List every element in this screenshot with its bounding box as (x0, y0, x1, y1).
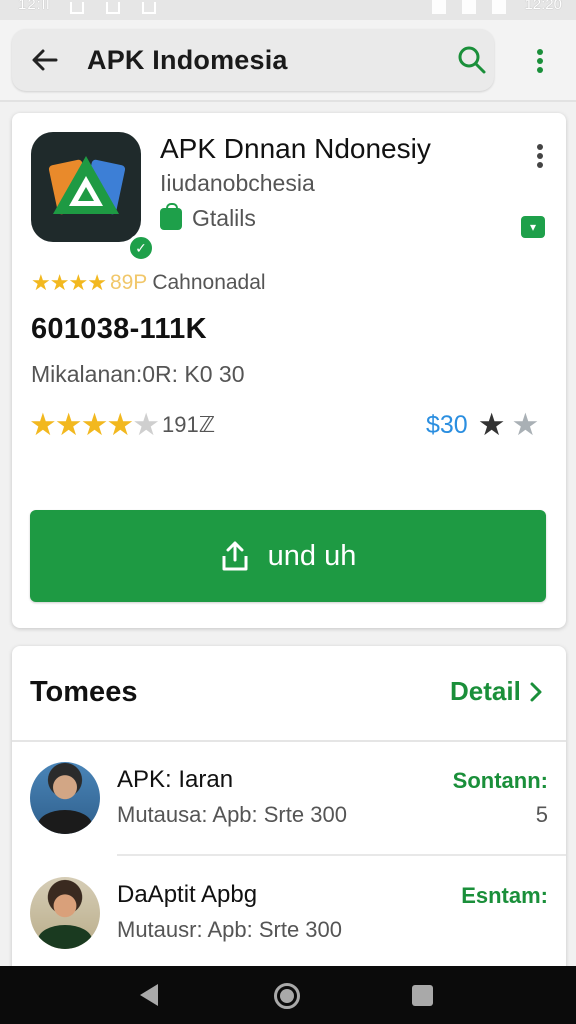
detail-link-label: Detail (450, 676, 521, 706)
rating-count: 191ℤ (161, 412, 216, 437)
search-bar[interactable]: APK Indomesia (12, 29, 494, 91)
avatar (30, 877, 100, 949)
notification-icons (70, 2, 156, 14)
divider (12, 740, 566, 742)
app-detail-card: ✓ APK Dnnan Ndonesiy Iiudanobchesia Gtal… (12, 113, 566, 628)
search-query-text[interactable]: APK Indomesia (87, 45, 288, 76)
chevron-right-icon (530, 682, 542, 701)
nav-home-icon[interactable] (274, 983, 300, 1009)
app-icon: ✓ (31, 132, 155, 262)
bag-icon (160, 202, 182, 230)
download-count: 601038-111K (31, 313, 207, 345)
notification-icon (70, 2, 84, 14)
system-nav-bar (0, 966, 576, 1024)
list-item-subtitle: Mutausr: Apb: Srte 300 (117, 917, 343, 942)
list-item-status: Esntam: (461, 883, 548, 908)
detail-link[interactable]: Detail (450, 676, 543, 707)
list-item-subtitle: Mutausa: Apb: Srte 300 (117, 802, 347, 827)
related-apps-card: Tomeеs Detail APK: Iaran Mutausa: Apb: S… (12, 646, 566, 986)
nav-back-icon[interactable] (140, 984, 158, 1006)
rating-stars-large: ★★★★★ (29, 407, 160, 442)
rating-summary: ★★★★ 89P Cahnonadal (31, 270, 266, 296)
app-tag: Gtalils (160, 202, 256, 232)
list-item-name: DaAptit Apbg (117, 881, 258, 908)
star-icon[interactable]: ★ (478, 407, 506, 443)
list-item-count: 5 (535, 802, 548, 827)
app-name: APK Dnnan Ndonesiy (160, 133, 431, 164)
system-icons (432, 0, 506, 14)
avatar (30, 762, 100, 834)
price-row: $30 ★ ★ (426, 407, 539, 443)
header: APK Indomesia (0, 20, 576, 102)
wifi-icon (462, 0, 476, 14)
notification-icon (142, 2, 156, 14)
verified-check-icon: ✓ (127, 234, 155, 262)
signal-icon (432, 0, 446, 14)
list-item-name: APK: Iaran (117, 766, 234, 793)
status-bar: 12:ll 12:20 (0, 0, 576, 20)
app-developer[interactable]: Iiudanobchesia (160, 170, 315, 197)
notification-icon (106, 2, 120, 14)
share-upload-icon (222, 541, 248, 571)
star-outline-icon[interactable]: ★ (512, 407, 540, 443)
status-time: 12:20 (524, 0, 562, 13)
search-icon[interactable] (457, 45, 487, 75)
rating-row: ★★★★★ 191ℤ (29, 407, 215, 443)
back-arrow-icon[interactable] (30, 45, 60, 75)
nav-recents-icon[interactable] (412, 985, 433, 1006)
badge-icon: ▾ (521, 216, 545, 238)
app-meta: Mikalanan:0R: K0 30 (31, 361, 245, 387)
list-item-status: Sontann: (452, 768, 548, 793)
download-button[interactable]: und uh (30, 510, 546, 602)
card-more-icon[interactable] (534, 141, 546, 175)
app-tag-label: Gtalils (192, 205, 256, 231)
list-item[interactable]: DaAptit Apbg Mutausr: Apb: Srte 300 Esnt… (12, 871, 566, 981)
more-options-icon[interactable] (530, 46, 550, 80)
app-category[interactable]: Cahnonadal (152, 271, 265, 295)
list-item[interactable]: APK: Iaran Mutausa: Apb: Srte 300 Sontan… (12, 756, 566, 866)
download-button-label: und uh (267, 539, 357, 572)
rating-value: 89P (109, 271, 148, 294)
rating-stars: ★★★★ (31, 270, 107, 295)
battery-icon (492, 0, 506, 14)
divider (117, 854, 566, 856)
app-logo-icon (48, 156, 126, 215)
app-price: $30 (426, 410, 468, 439)
status-time-left: 12:ll (18, 0, 51, 13)
section-title: Tomeеs (30, 676, 138, 708)
